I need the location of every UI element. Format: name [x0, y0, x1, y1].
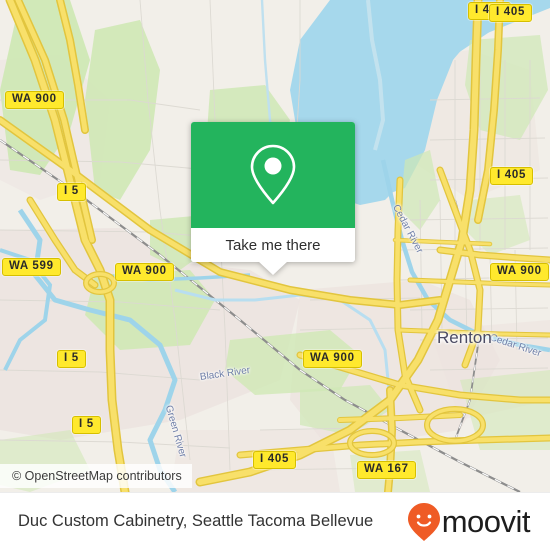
bottom-bar: Duc Custom Cabinetry, Seattle Tacoma Bel…: [0, 492, 550, 550]
highway-shield: WA 167: [357, 461, 416, 479]
place-label: Renton: [437, 328, 492, 347]
highway-shield: WA 900: [115, 263, 174, 281]
moovit-brand[interactable]: moovit: [407, 502, 531, 542]
highway-shield: WA 900: [490, 263, 549, 281]
highway-shield: I 5: [57, 183, 86, 201]
highway-shield: I 405: [490, 167, 534, 185]
map-pin-icon: [250, 144, 296, 205]
highway-shield: I 5: [72, 416, 101, 434]
highway-shield: WA 900: [303, 350, 362, 368]
highway-shield: I 5: [57, 350, 86, 368]
map-attribution[interactable]: © OpenStreetMap contributors: [0, 464, 192, 488]
highway-shield: WA 900: [5, 91, 64, 109]
callout-image-area: [191, 122, 355, 228]
map-canvas[interactable]: I 405 I 405 I 405 WA 900 WA 900 WA 900 WA 900 W…: [0, 0, 550, 492]
destination-callout[interactable]: Take me there: [191, 122, 355, 275]
attribution-text: © OpenStreetMap contributors: [12, 469, 182, 483]
highway-shield: I 405: [253, 451, 297, 469]
callout-body: Take me there: [191, 122, 355, 262]
take-me-there-button[interactable]: Take me there: [191, 228, 355, 262]
highway-shield: I 405: [489, 4, 533, 22]
map-page: I 405 I 405 I 405 WA 900 WA 900 WA 900 WA 900 W…: [0, 0, 550, 550]
highway-shield: WA 599: [2, 258, 61, 276]
moovit-wordmark: moovit: [441, 504, 531, 539]
callout-tail: [258, 261, 288, 275]
moovit-smiley-pin-icon: [407, 502, 440, 541]
page-title: Duc Custom Cabinetry, Seattle Tacoma Bel…: [18, 512, 374, 530]
